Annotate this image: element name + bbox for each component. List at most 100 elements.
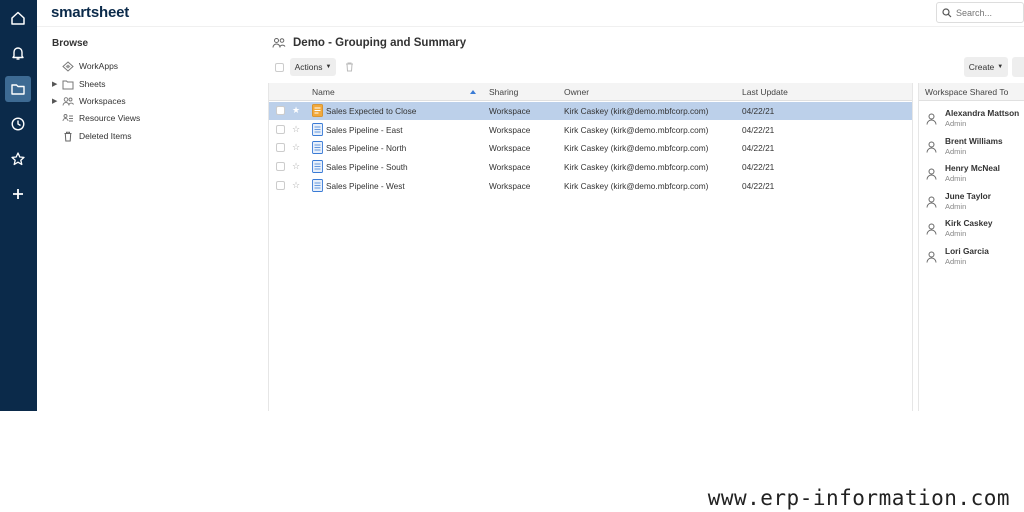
favorite-star-icon[interactable]: ☆ (292, 142, 300, 153)
row-last-update: 04/22/21 (742, 162, 775, 172)
member-role: Admin (945, 174, 967, 183)
row-owner: Kirk Caskey (kirk@demo.mbfcorp.com) (564, 181, 709, 191)
bell-icon[interactable] (5, 40, 31, 66)
shared-member[interactable]: Lori Garcia Admin (919, 245, 1024, 271)
main-content: Demo - Grouping and Summary Actions ▼ Cr… (268, 27, 1024, 411)
browse-panel: Browse WorkApps ▶ Sheets ▶ Workspaces Re… (37, 27, 267, 411)
table-row[interactable]: ★ Sales Expected to Close Workspace Kirk… (269, 102, 912, 120)
left-rail (0, 0, 37, 411)
nav-item-label: Deleted Items (79, 131, 132, 141)
plus-icon[interactable] (5, 181, 31, 207)
row-checkbox[interactable] (276, 125, 285, 134)
actions-button[interactable]: Actions ▼ (290, 58, 336, 76)
row-last-update: 04/22/21 (742, 106, 775, 116)
home-icon[interactable] (5, 5, 31, 31)
row-owner: Kirk Caskey (kirk@demo.mbfcorp.com) (564, 125, 709, 135)
watermark-text: www.erp-information.com (707, 486, 1010, 510)
page-header: Demo - Grouping and Summary (272, 37, 466, 49)
nav-item-deleted-items[interactable]: Deleted Items (52, 129, 131, 143)
row-last-update: 04/22/21 (742, 125, 775, 135)
member-role: Admin (945, 147, 967, 156)
row-sharing: Workspace (489, 181, 531, 191)
sheet-icon (312, 141, 323, 154)
table-row[interactable]: ☆ Sales Pipeline - East Workspace Kirk C… (269, 121, 912, 139)
column-header-sharing[interactable]: Sharing (489, 87, 518, 97)
shared-member[interactable]: Henry McNeal Admin (919, 162, 1024, 188)
browse-folder-icon[interactable] (5, 76, 31, 102)
user-icon (926, 223, 937, 235)
favorite-star-icon[interactable]: ☆ (292, 180, 300, 191)
favorite-star-icon[interactable]: ☆ (292, 124, 300, 135)
row-sharing: Workspace (489, 106, 531, 116)
more-options-button[interactable] (1012, 57, 1024, 77)
sheet-icon (312, 160, 323, 173)
clock-icon[interactable] (5, 111, 31, 137)
column-header-last-update[interactable]: Last Update (742, 87, 788, 97)
member-name: Henry McNeal (945, 163, 1000, 173)
nav-item-workspaces[interactable]: ▶ Workspaces (52, 94, 126, 108)
member-role: Admin (945, 202, 967, 211)
user-icon (926, 196, 937, 208)
app-logo[interactable]: smartsheet (51, 4, 129, 21)
workspaces-icon (62, 95, 77, 107)
row-name[interactable]: Sales Expected to Close (326, 106, 416, 116)
user-icon (926, 141, 937, 153)
search-box[interactable] (936, 2, 1024, 23)
table-row[interactable]: ☆ Sales Pipeline - North Workspace Kirk … (269, 139, 912, 157)
nav-item-workapps[interactable]: WorkApps (52, 59, 118, 73)
column-header-name[interactable]: Name (312, 87, 335, 97)
workapps-icon (62, 60, 77, 72)
nav-item-label: Workspaces (79, 96, 126, 106)
shared-member[interactable]: Brent Williams Admin (919, 135, 1024, 161)
member-name: Brent Williams (945, 136, 1003, 146)
row-sharing: Workspace (489, 143, 531, 153)
row-checkbox[interactable] (276, 143, 285, 152)
row-checkbox[interactable] (276, 106, 285, 115)
row-name[interactable]: Sales Pipeline - East (326, 125, 403, 135)
sheet-icon (312, 179, 323, 192)
favorite-star-icon[interactable]: ★ (292, 105, 300, 116)
items-table: Name Sharing Owner Last Update ★ Sales E… (268, 83, 913, 411)
column-header-owner[interactable]: Owner (564, 87, 589, 97)
select-all-checkbox[interactable] (275, 63, 284, 72)
member-role: Admin (945, 119, 967, 128)
shared-panel-title: Workspace Shared To (919, 83, 1024, 101)
row-owner: Kirk Caskey (kirk@demo.mbfcorp.com) (564, 143, 709, 153)
row-checkbox[interactable] (276, 181, 285, 190)
app-window: smartsheet Browse WorkApps ▶ Sheets ▶ (0, 0, 1024, 411)
user-icon (926, 168, 937, 180)
shared-member[interactable]: June Taylor Admin (919, 190, 1024, 216)
star-icon[interactable] (5, 146, 31, 172)
search-input[interactable] (956, 7, 1020, 18)
nav-item-sheets[interactable]: ▶ Sheets (52, 77, 105, 91)
nav-item-label: Resource Views (79, 113, 141, 123)
member-role: Admin (945, 257, 967, 266)
table-header: Name Sharing Owner Last Update (269, 83, 912, 101)
shared-member[interactable]: Alexandra Mattson Admin (919, 107, 1024, 133)
workspace-icon (272, 38, 286, 48)
sort-ascending-icon[interactable] (470, 90, 476, 94)
row-sharing: Workspace (489, 125, 531, 135)
shared-member[interactable]: Kirk Caskey Admin (919, 217, 1024, 243)
chevron-down-icon: ▼ (997, 64, 1004, 70)
row-name[interactable]: Sales Pipeline - West (326, 181, 405, 191)
expand-caret-icon[interactable]: ▶ (52, 80, 62, 88)
row-last-update: 04/22/21 (742, 143, 775, 153)
create-button[interactable]: Create ▼ (964, 57, 1008, 77)
row-checkbox[interactable] (276, 162, 285, 171)
table-row[interactable]: ☆ Sales Pipeline - South Workspace Kirk … (269, 158, 912, 176)
row-name[interactable]: Sales Pipeline - North (326, 143, 406, 153)
user-icon (926, 251, 937, 263)
table-row[interactable]: ☆ Sales Pipeline - West Workspace Kirk C… (269, 177, 912, 195)
row-name[interactable]: Sales Pipeline - South (326, 162, 408, 172)
member-name: Kirk Caskey (945, 218, 993, 228)
favorite-star-icon[interactable]: ☆ (292, 161, 300, 172)
row-owner: Kirk Caskey (kirk@demo.mbfcorp.com) (564, 106, 709, 116)
row-owner: Kirk Caskey (kirk@demo.mbfcorp.com) (564, 162, 709, 172)
row-sharing: Workspace (489, 162, 531, 172)
nav-item-resource-views[interactable]: Resource Views (52, 111, 140, 125)
expand-caret-icon[interactable]: ▶ (52, 97, 62, 105)
trash-icon (62, 130, 77, 142)
delete-icon[interactable] (343, 61, 355, 73)
member-name: Alexandra Mattson (945, 108, 1020, 118)
